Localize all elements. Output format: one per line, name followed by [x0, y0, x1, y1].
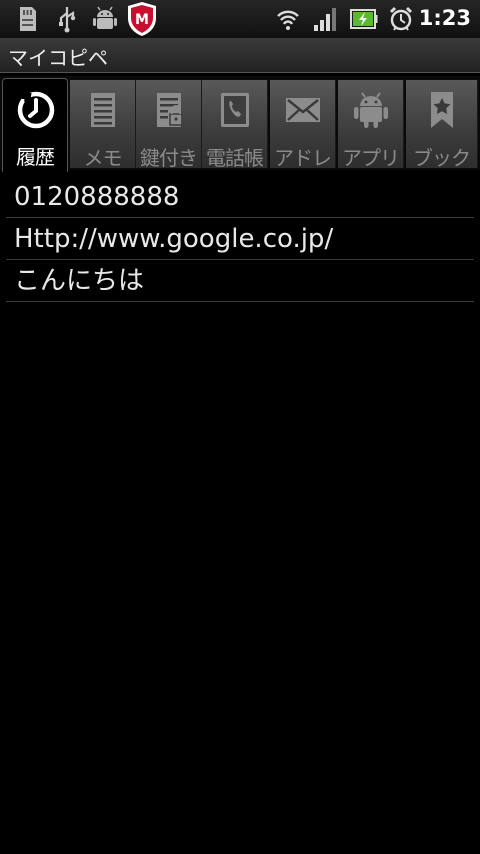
- signal-icon: [314, 8, 336, 31]
- android-app-icon: [354, 92, 388, 128]
- tab-bookmarks[interactable]: ブック: [406, 80, 478, 168]
- mail-envelope-icon: [286, 98, 320, 122]
- list-item[interactable]: 0120888888: [6, 176, 474, 218]
- tab-label: アドレ: [274, 146, 332, 168]
- list-item[interactable]: こんにちは: [6, 260, 474, 302]
- mcafee-shield-icon: M: [128, 2, 156, 36]
- sd-card-icon: [20, 7, 36, 31]
- usb-icon: [59, 7, 76, 33]
- bookmark-icon: [431, 92, 453, 128]
- tab-history[interactable]: 履歴: [2, 78, 68, 172]
- battery-charging-icon: [350, 9, 378, 29]
- android-debug-icon: [93, 6, 117, 29]
- tab-apps[interactable]: アプリ: [338, 80, 404, 168]
- tab-label: 鍵付き: [140, 146, 198, 168]
- status-bar: M 1:23: [0, 0, 480, 39]
- memo-icon: [91, 93, 115, 127]
- tab-locked[interactable]: 鍵付き: [136, 80, 202, 168]
- tab-label: ブック: [413, 146, 471, 168]
- tab-label: メモ: [83, 146, 123, 168]
- tab-label: 電話帳: [206, 146, 264, 168]
- history-list: 0120888888 Http://www.google.co.jp/ こんにち…: [6, 176, 474, 302]
- tab-memo[interactable]: メモ: [70, 80, 136, 168]
- tab-label: アプリ: [342, 146, 400, 168]
- alarm-clock-icon: [389, 6, 413, 31]
- tab-phonebook[interactable]: 電話帳: [202, 80, 268, 168]
- list-item[interactable]: Http://www.google.co.jp/: [6, 218, 474, 260]
- tab-strip: 履歴 メモ 鍵付き 電話帳 アドレ アプリ ブック: [0, 76, 480, 172]
- svg-text:M: M: [135, 12, 149, 28]
- history-clock-icon: [17, 91, 55, 129]
- app-title: マイコピペ: [8, 46, 108, 70]
- tab-address[interactable]: アドレ: [270, 80, 336, 168]
- phone-book-icon: [221, 93, 249, 127]
- wifi-icon: [277, 10, 299, 30]
- app-title-bar: マイコピペ: [0, 38, 480, 73]
- locked-memo-icon: [157, 93, 183, 127]
- clock-time: 1:23: [418, 6, 471, 30]
- tab-label: 履歴: [16, 145, 55, 169]
